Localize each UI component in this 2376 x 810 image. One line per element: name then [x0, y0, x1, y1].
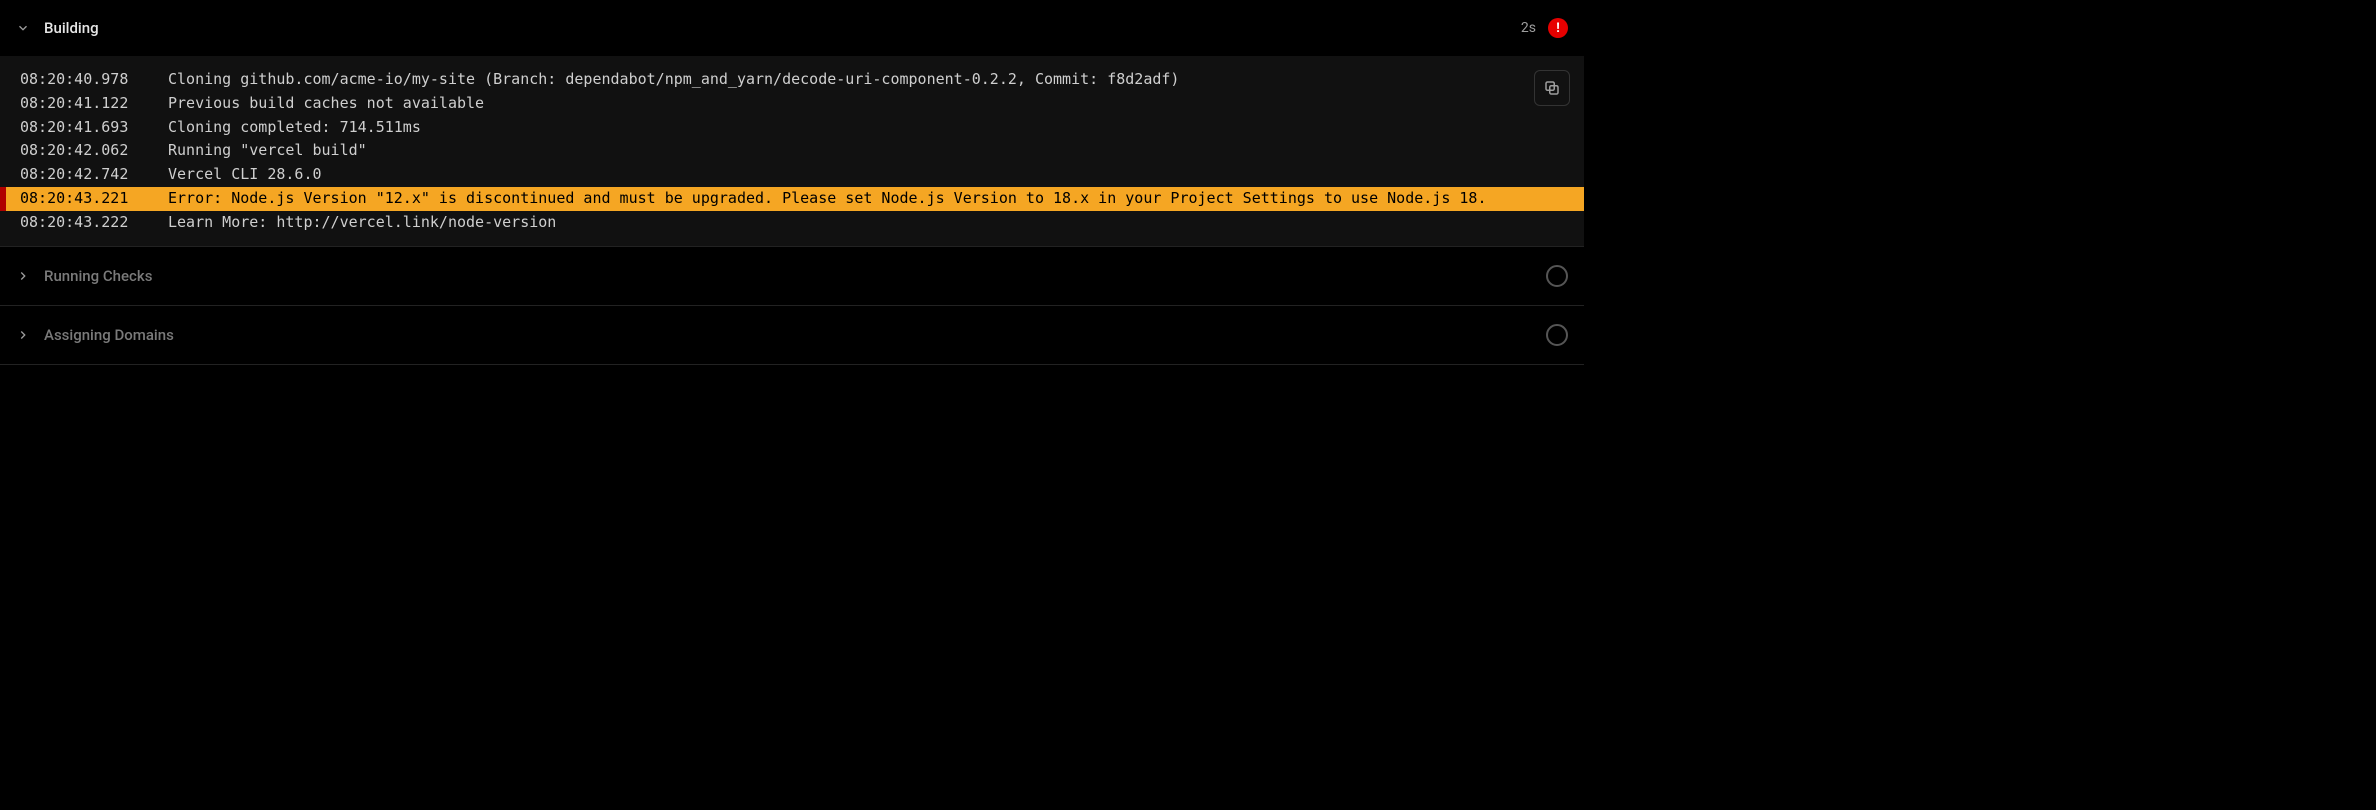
- log-line: 08:20:42.742Vercel CLI 28.6.0: [0, 163, 1584, 187]
- log-timestamp: 08:20:42.742: [20, 164, 168, 186]
- section-title: Building: [44, 19, 1521, 37]
- section-building: Building 2s ! 08:20:40.978Cloning github…: [0, 0, 1584, 247]
- section-header-checks[interactable]: Running Checks: [0, 247, 1584, 305]
- log-message: Cloning completed: 714.511ms: [168, 117, 1584, 139]
- copy-icon: [1543, 79, 1561, 97]
- log-line: 08:20:43.221Error: Node.js Version "12.x…: [0, 187, 1584, 211]
- log-timestamp: 08:20:43.222: [20, 212, 168, 234]
- status-pending-icon: [1546, 324, 1568, 346]
- build-duration: 2s: [1521, 20, 1536, 36]
- status-error-badge: !: [1548, 18, 1568, 38]
- log-timestamp: 08:20:41.122: [20, 93, 168, 115]
- log-timestamp: 08:20:41.693: [20, 117, 168, 139]
- log-timestamp: 08:20:42.062: [20, 140, 168, 162]
- log-message: Learn More: http://vercel.link/node-vers…: [168, 212, 1584, 234]
- build-log-panel: 08:20:40.978Cloning github.com/acme-io/m…: [0, 56, 1584, 246]
- section-domains: Assigning Domains: [0, 306, 1584, 365]
- log-line: 08:20:41.693Cloning completed: 714.511ms: [0, 116, 1584, 140]
- log-line: 08:20:43.222Learn More: http://vercel.li…: [0, 211, 1584, 235]
- build-log-lines: 08:20:40.978Cloning github.com/acme-io/m…: [0, 68, 1584, 234]
- status-pending-icon: [1546, 265, 1568, 287]
- log-message: Error: Node.js Version "12.x" is discont…: [168, 188, 1584, 210]
- log-message: Previous build caches not available: [168, 93, 1584, 115]
- section-header-domains[interactable]: Assigning Domains: [0, 306, 1584, 364]
- section-header-building[interactable]: Building 2s !: [0, 0, 1584, 56]
- log-message: Vercel CLI 28.6.0: [168, 164, 1584, 186]
- log-message: Running "vercel build": [168, 140, 1584, 162]
- log-timestamp: 08:20:43.221: [20, 188, 168, 210]
- chevron-right-icon: [14, 326, 32, 344]
- section-title: Assigning Domains: [44, 326, 1546, 344]
- log-message: Cloning github.com/acme-io/my-site (Bran…: [168, 69, 1584, 91]
- section-checks: Running Checks: [0, 247, 1584, 306]
- log-line: 08:20:42.062Running "vercel build": [0, 139, 1584, 163]
- log-timestamp: 08:20:40.978: [20, 69, 168, 91]
- log-line: 08:20:40.978Cloning github.com/acme-io/m…: [0, 68, 1584, 92]
- log-line: 08:20:41.122Previous build caches not av…: [0, 92, 1584, 116]
- section-title: Running Checks: [44, 267, 1546, 285]
- chevron-right-icon: [14, 267, 32, 285]
- chevron-down-icon: [14, 19, 32, 37]
- copy-logs-button[interactable]: [1534, 70, 1570, 106]
